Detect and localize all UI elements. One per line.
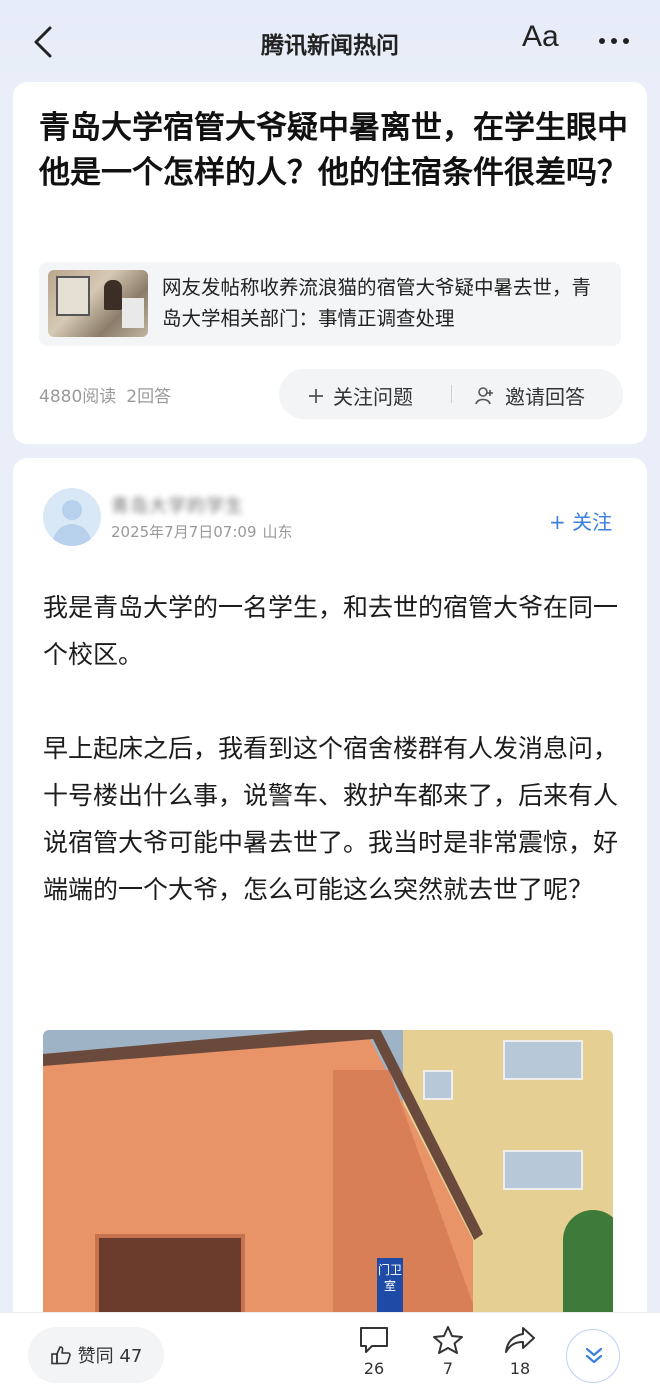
related-news-text: 网友发帖称收养流浪猫的宿管大爷疑中暑去世，青岛大学相关部门：事情正调查处理 [162,276,592,330]
invite-answer-button[interactable]: 邀请回答 [475,381,585,410]
photo-tree [563,1210,613,1318]
agree-label: 赞同 47 [77,1346,143,1367]
answer-date: 2025年7月7日07:09 [111,523,257,541]
page-title: 腾讯新闻热问 [261,33,399,59]
photo-window [95,1234,245,1318]
comment-button[interactable]: 26 [344,1325,404,1378]
share-icon [505,1327,535,1353]
answer-body: 我是青岛大学的一名学生，和去世的宿管大爷在同一个校区。 早上起床之后，我看到这个… [43,584,623,960]
news-thumbnail [48,270,148,337]
answer-card: 青岛大学的学生 2025年7月7日07:09 山东 + 关注 我是青岛大学的一名学… [13,458,647,1318]
favorite-button[interactable]: 7 [418,1325,478,1378]
answer-location: 山东 [262,523,293,541]
answer-meta: 2025年7月7日07:09 山东 [111,521,299,542]
question-actions: 关注问题 邀请回答 [279,369,623,419]
related-news-link[interactable]: 网友发帖称收养流浪猫的宿管大爷疑中暑去世，青岛大学相关部门：事情正调查处理 [39,262,621,346]
author-name[interactable]: 青岛大学的学生 [111,492,244,517]
question-stats: 4880阅读 2回答 [39,382,181,407]
avatar[interactable] [43,488,101,546]
follow-question-label: 关注问题 [333,385,413,409]
follow-author-button[interactable]: + 关注 [549,506,612,535]
top-bar: 腾讯新闻热问 Aa [0,0,660,82]
plus-icon [309,388,323,403]
share-button[interactable]: 18 [490,1325,550,1378]
comment-count: 26 [363,1359,385,1378]
more-dots-icon [599,38,629,44]
bottom-bar: 赞同 47 26 7 18 [0,1312,660,1395]
next-answer-button[interactable] [566,1329,620,1383]
question-title: 青岛大学宿管大爷疑中暑离世，在学生眼中他是一个怎样的人？他的住宿条件很差吗？ [39,110,628,191]
answer-count: 2回答 [126,387,172,407]
font-size-button[interactable]: Aa [522,20,559,54]
thumbs-up-icon [50,1346,71,1365]
answer-paragraph: 早上起床之后，我看到这个宿舍楼群有人发消息问，十号楼出什么事，说警车、救护车都来… [43,734,619,904]
answer-photo[interactable]: 门卫室 [43,1030,613,1318]
question-card: 青岛大学宿管大爷疑中暑离世，在学生眼中他是一个怎样的人？他的住宿条件很差吗？ 网… [13,82,647,444]
favorite-count: 7 [442,1359,454,1378]
double-chevron-down-icon [585,1347,603,1364]
star-icon [433,1326,463,1354]
more-button[interactable] [596,26,632,56]
photo-sign: 门卫室 [377,1258,403,1318]
invite-answer-label: 邀请回答 [505,385,585,409]
answer-paragraph: 我是青岛大学的一名学生，和去世的宿管大爷在同一个校区。 [43,593,619,669]
read-count: 4880阅读 [39,387,117,407]
person-plus-icon [475,386,493,404]
share-count: 18 [509,1359,531,1378]
comment-icon [360,1327,388,1353]
agree-button[interactable]: 赞同 47 [28,1327,164,1383]
follow-question-button[interactable]: 关注问题 [307,381,413,410]
divider [451,385,452,403]
